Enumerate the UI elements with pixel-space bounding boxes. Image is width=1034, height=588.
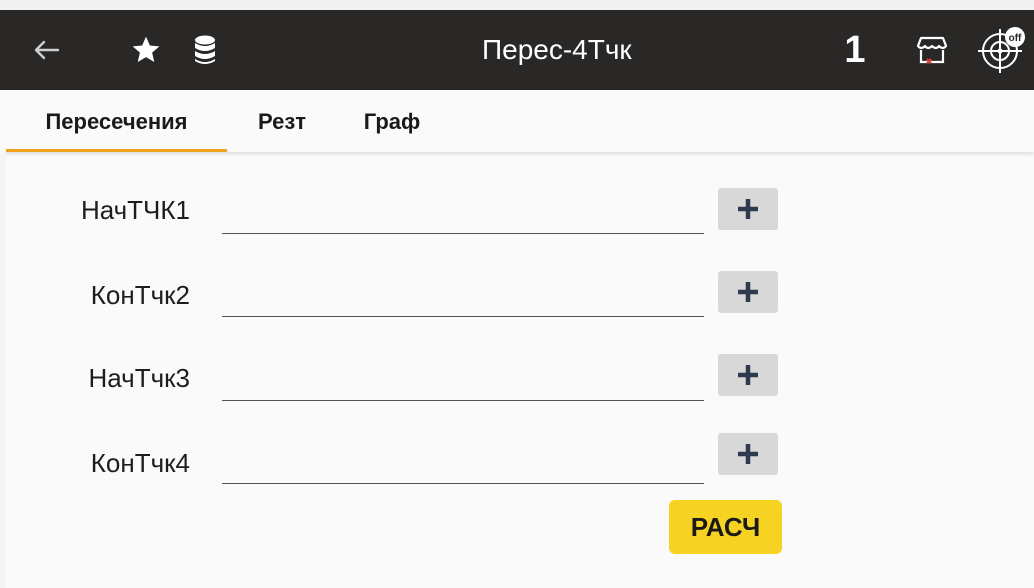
tab-result[interactable]: Резт — [246, 90, 318, 152]
star-icon[interactable] — [128, 10, 164, 90]
point4-input[interactable] — [222, 440, 704, 484]
tab-intersections[interactable]: Пересечения — [6, 90, 227, 152]
top-frame-strip — [0, 0, 1034, 10]
tab-graph[interactable]: Граф — [352, 90, 432, 152]
plus-icon — [738, 444, 758, 464]
app-bar: Перес-4Тчк 1 off — [0, 10, 1034, 90]
plus-icon — [738, 199, 758, 219]
shop-icon[interactable] — [910, 10, 954, 90]
point4-label: КонТчк4 — [90, 448, 190, 478]
point1-add-button[interactable] — [718, 188, 778, 230]
counter-badge: 1 — [844, 29, 866, 71]
point2-label: КонТчк2 — [90, 280, 190, 310]
target-off-badge: off — [1009, 33, 1022, 44]
point1-input[interactable] — [222, 190, 704, 234]
point4-add-button[interactable] — [718, 433, 778, 475]
back-arrow-icon[interactable] — [26, 10, 66, 90]
plus-icon — [738, 365, 758, 385]
tab-bar: Пересечения Резт Граф — [0, 90, 1034, 152]
point3-input[interactable] — [222, 357, 704, 401]
database-icon[interactable] — [190, 10, 220, 90]
left-edge — [0, 152, 6, 588]
app-title: Перес-4Тчк — [482, 34, 632, 65]
point2-input[interactable] — [222, 273, 704, 317]
calculate-button[interactable]: РАСЧ — [669, 500, 782, 554]
point3-label: НачТчк3 — [88, 363, 190, 393]
point2-add-button[interactable] — [718, 271, 778, 313]
point3-add-button[interactable] — [718, 354, 778, 396]
plus-icon — [738, 282, 758, 302]
target-off-icon[interactable]: off — [972, 10, 1032, 90]
point1-label: НачТЧК1 — [80, 195, 190, 225]
